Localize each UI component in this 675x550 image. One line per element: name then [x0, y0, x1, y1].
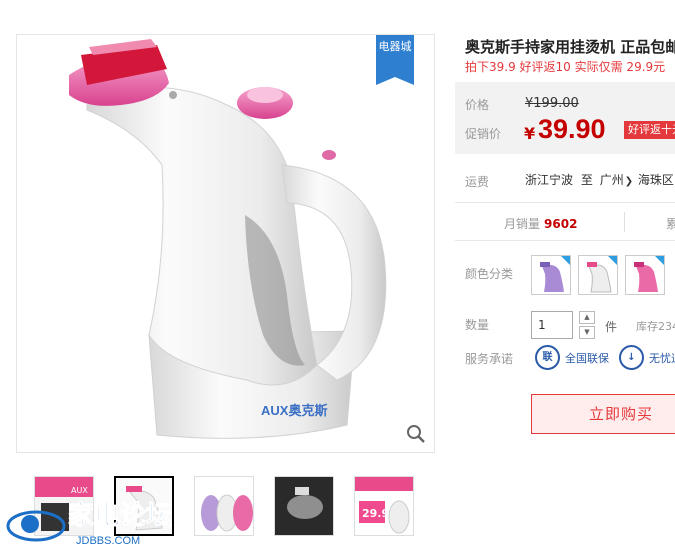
promo-tag: 好评返十元 [624, 121, 675, 139]
brand-mark: AUX奥克斯 [261, 403, 327, 418]
ship-city: 广州 [599, 173, 624, 187]
divider [624, 212, 625, 232]
original-price-label: 价格 [465, 98, 490, 112]
thumbnail-image [275, 477, 333, 535]
service-label: 服务承诺 [465, 352, 514, 366]
zoom-icon[interactable] [406, 424, 426, 444]
thumbnail-5[interactable]: 29.9 [354, 476, 414, 536]
buy-now-button[interactable]: 立即购买 [531, 394, 675, 434]
currency-symbol: ¥ [524, 124, 536, 143]
chevron-down-icon: ❯ [624, 176, 634, 187]
forum-watermark: 家电论坛 JDBBS.COM [6, 500, 173, 547]
quantity-label: 数量 [465, 318, 490, 332]
original-price: ¥199.00 [525, 96, 579, 111]
color-swatch-pink[interactable] [625, 255, 665, 295]
swatch-corner [655, 256, 664, 265]
quantity-decrease-button[interactable]: ▼ [579, 326, 595, 339]
service-return[interactable]: 无忧退货 [649, 350, 675, 366]
ship-to-word: 至 [580, 173, 593, 187]
quantity-input[interactable]: 1 [531, 311, 573, 339]
mall-badge: 电器城 [376, 35, 414, 85]
watermark-url: JDBBS.COM [76, 535, 140, 547]
color-swatch-purple[interactable] [531, 255, 571, 295]
monthly-sales: 月销量 9602 [504, 215, 577, 232]
ship-district: 海珠区 [637, 173, 674, 187]
main-product-image[interactable]: AUX奥克斯 电器城 [16, 34, 435, 453]
thumbnail-4[interactable] [274, 476, 334, 536]
shipping-route: 浙江宁波 至 广州❯ 海珠区❯ [525, 171, 675, 188]
product-title: 奥克斯手持家用挂烫机 正品包邮 [465, 38, 675, 56]
color-swatch-white[interactable] [578, 255, 618, 295]
watermark-title: 家电论坛 [68, 500, 172, 531]
sales-label: 月销量 [504, 217, 541, 231]
divider [455, 202, 675, 203]
shipping-label: 运费 [465, 175, 490, 189]
swatch-corner [608, 256, 617, 265]
quantity-unit: 件 [605, 320, 618, 334]
stock-count: 库存2340件 [636, 320, 675, 333]
thumb-price-text: 29.9 [362, 507, 389, 520]
swatch-corner [561, 256, 570, 265]
warranty-icon: 联 [535, 345, 560, 370]
ship-city-select[interactable]: 广州❯ [600, 173, 634, 187]
promo-price: 39.90 [538, 114, 606, 144]
thumbnail-image: 29.9 [355, 477, 413, 535]
reviews-label[interactable]: 累 [666, 215, 675, 232]
ship-district-select[interactable]: 海珠区❯ [638, 173, 675, 187]
divider [455, 240, 675, 241]
promo-price-label: 促销价 [465, 127, 502, 141]
product-subtitle: 拍下39.9 好评返10 实际仅需 29.9元 [465, 60, 666, 74]
quantity-increase-button[interactable]: ▲ [579, 311, 595, 324]
ship-from: 浙江宁波 [525, 173, 574, 187]
color-label: 颜色分类 [465, 267, 514, 281]
service-warranty[interactable]: 全国联保 [565, 350, 609, 366]
sales-value: 9602 [544, 217, 578, 231]
garment-steamer-illustration: AUX奥克斯 [69, 39, 387, 439]
return-icon: ↓ [619, 345, 644, 370]
